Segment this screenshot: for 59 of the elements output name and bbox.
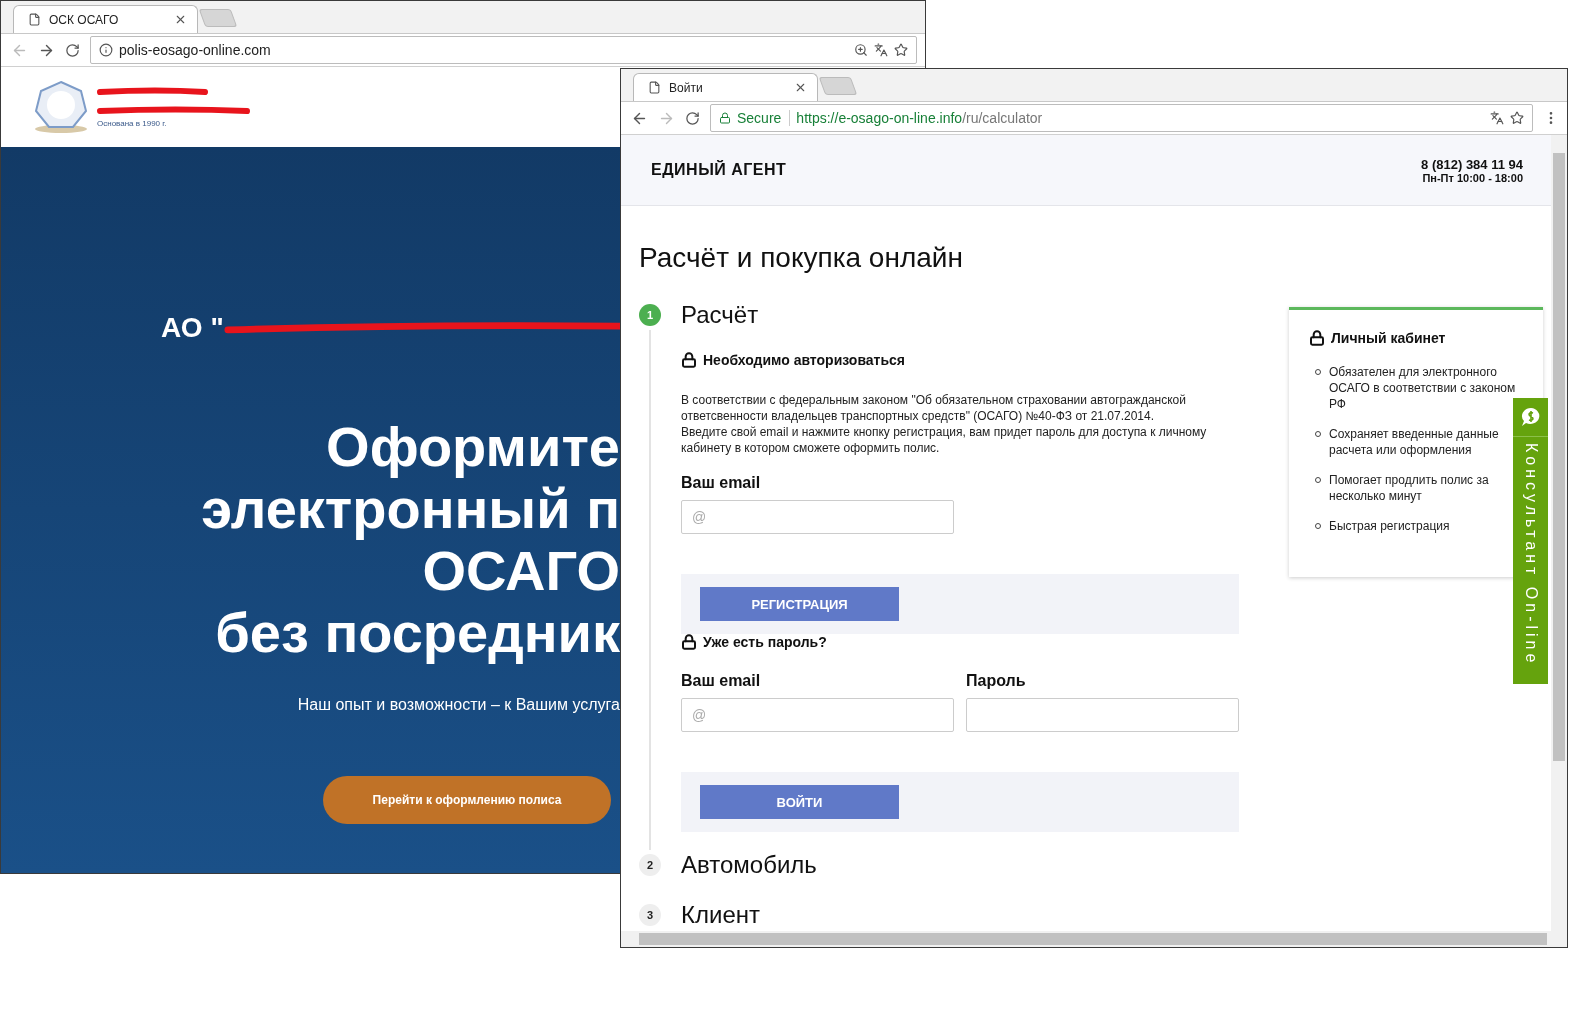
lock-icon: [719, 112, 731, 124]
section-heading: Необходимо авторизоваться: [703, 352, 906, 368]
step-number: 3: [639, 904, 661, 926]
browser-tab[interactable]: Войти: [633, 73, 818, 101]
reload-icon[interactable]: [685, 110, 700, 126]
star-icon[interactable]: [1510, 111, 1524, 125]
step-number: 2: [639, 854, 661, 876]
zoom-icon[interactable]: [854, 43, 868, 57]
headline: ОСАГО: [422, 540, 620, 602]
reload-icon[interactable]: [65, 42, 80, 58]
list-item: Помогает продлить полис за несколько минут: [1329, 472, 1490, 504]
step-title[interactable]: Клиент: [681, 900, 1259, 930]
browser-tab[interactable]: ОСК ОСАГО: [13, 5, 198, 33]
address-bar[interactable]: polis-eosago-online.com: [90, 36, 917, 64]
subtitle: Наш опыт и возможности – к Вашим услуга: [297, 696, 620, 714]
translate-icon[interactable]: [1490, 111, 1504, 125]
horizontal-scrollbar[interactable]: [621, 931, 1567, 947]
url-text: https://e-osago-on-line.info/ru/calculator: [796, 110, 1044, 126]
step-number: 1: [639, 304, 661, 326]
close-icon[interactable]: [794, 81, 807, 94]
login-button[interactable]: ВОЙТИ: [700, 785, 899, 819]
field-label: Ваш email: [681, 474, 762, 492]
card-title: Личный кабинет: [1331, 330, 1446, 346]
headline: Оформите: [326, 416, 620, 478]
email-field[interactable]: @: [681, 500, 954, 534]
section-heading: Уже есть пароль?: [703, 634, 827, 650]
page-title: Расчёт и покупка онлайн: [639, 242, 964, 274]
register-button[interactable]: РЕГИСТРАЦИЯ: [700, 587, 899, 621]
step-title[interactable]: Автомобиль: [681, 850, 1259, 880]
secure-label: Secure: [737, 110, 791, 126]
headline: электронный п: [201, 478, 620, 540]
company-name: АО ": [161, 312, 224, 344]
working-hours: Пн-Пт 10:00 - 18:00: [1422, 171, 1523, 184]
vertical-scrollbar[interactable]: [1551, 135, 1567, 931]
page-icon: [648, 81, 661, 94]
close-icon[interactable]: [174, 13, 187, 26]
field-label: Ваш email: [681, 672, 762, 690]
phone-number: 8 (812) 384 11 94: [1421, 156, 1523, 172]
logo-caption: Основана в 1990 г.: [97, 118, 168, 128]
password-field[interactable]: [966, 698, 1239, 732]
list-item: Сохраняет введенные данные расчета или оформления: [1329, 426, 1500, 458]
consultant-label: Консультант On-line: [1521, 443, 1540, 667]
cta-button[interactable]: Перейти к оформлению полиса: [323, 776, 611, 824]
field-label: Пароль: [966, 672, 1027, 690]
step-title[interactable]: Расчёт: [681, 300, 1259, 330]
brand-name: ЕДИНЫЙ АГЕНТ: [651, 161, 787, 179]
headline: без посредник: [215, 602, 620, 664]
info-icon: [99, 43, 113, 57]
info-paragraph: В соответствии с федеральным законом "Об обязательном страховании автогражданской ответсвенности владельцев транспортных средств" (ОСАГО) №40-ФЗ от 21.07.2014. Введите свой email и нажмите кнопку регистрация, вам придет пароль для доступа к личному кабинету в котором сможете оформить полис.: [681, 392, 1208, 456]
chat-icon: [1519, 407, 1542, 427]
lock-icon: [1309, 330, 1325, 346]
star-icon[interactable]: [894, 43, 908, 57]
list-item: Быстрая регистрация: [1329, 518, 1450, 534]
email-field[interactable]: @: [681, 698, 954, 732]
page-icon: [28, 13, 41, 26]
lock-icon: [681, 634, 697, 650]
lock-icon: [681, 352, 697, 368]
translate-icon[interactable]: [874, 43, 888, 57]
address-bar[interactable]: Secure https://e-osago-on-line.info/ru/calculator: [710, 104, 1533, 132]
